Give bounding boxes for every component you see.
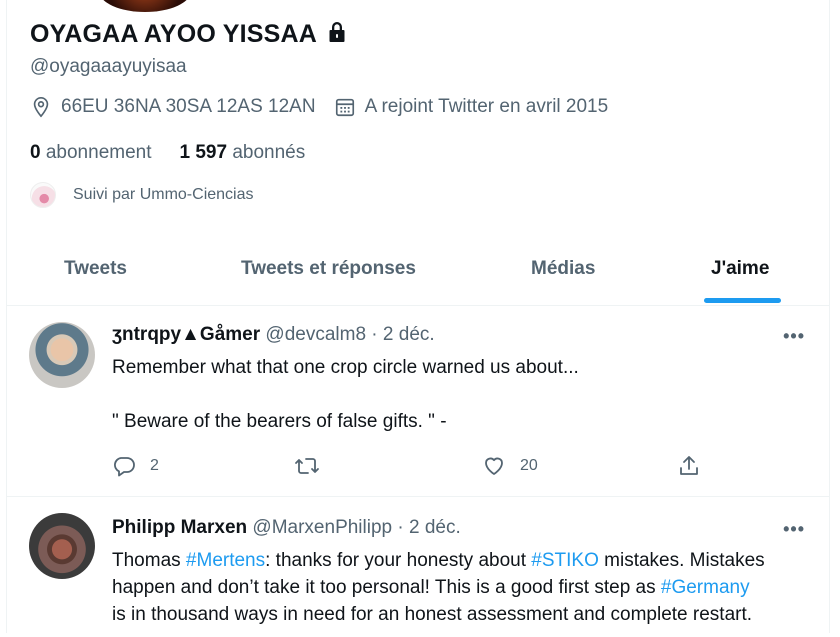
followers-link[interactable]: 1 597 abonnés — [180, 142, 306, 163]
location-pin-icon — [30, 96, 52, 118]
tweet-date[interactable]: · 2 déc. — [397, 517, 460, 538]
more-options-icon[interactable]: ••• — [783, 326, 805, 347]
join-date: A rejoint Twitter en avril 2015 — [334, 96, 609, 118]
tab-likes[interactable]: J'aime — [711, 258, 769, 280]
tweet-username[interactable]: @devcalm8 — [265, 324, 366, 345]
profile-name: OYAGAA AYOO YISSAA — [30, 20, 349, 49]
hashtag-link[interactable]: #Germany — [661, 577, 750, 598]
share-icon — [680, 456, 698, 475]
calendar-icon — [334, 96, 356, 118]
hashtag-link[interactable]: #Mertens — [186, 550, 265, 571]
location: 66EU 36NA 30SA 12AS 12AN — [30, 96, 316, 118]
follow-stats: 0 abonnement 1 597 abonnés — [30, 142, 305, 164]
profile-tabs: Tweets Tweets et réponses Médias J'aime — [7, 242, 829, 306]
tweet-text-segment: Thomas — [112, 550, 186, 571]
following-count: 0 — [30, 142, 41, 163]
tweet-display-name[interactable]: ʒntrqpy▲Gåmer — [112, 324, 260, 345]
profile-meta: 66EU 36NA 30SA 12AS 12AN A rejoint Twitt… — [30, 96, 626, 118]
followers-label: abonnés — [232, 142, 306, 163]
tweet-actions: 2 20 — [112, 454, 712, 480]
more-options-icon[interactable]: ••• — [783, 519, 805, 540]
tweet[interactable]: ʒntrqpy▲Gåmer @devcalm8 · 2 déc. ••• Rem… — [7, 306, 829, 497]
heart-icon — [485, 457, 503, 475]
tweet-text-segment: happen and don’t take it too personal! T… — [112, 577, 661, 598]
tab-media[interactable]: Médias — [531, 258, 595, 280]
tab-tweets[interactable]: Tweets — [64, 258, 127, 280]
profile-column: OYAGAA AYOO YISSAA @oyagaaayuyisaa 66EU … — [6, 0, 830, 633]
tweet-text-line: Remember what that one crop circle warne… — [112, 357, 579, 378]
active-tab-indicator — [704, 298, 781, 303]
like-count: 20 — [520, 457, 538, 474]
tweet-text: Thomas #Mertens: thanks for your honesty… — [112, 547, 812, 628]
tweet-text-segment: : thanks for your honesty about — [265, 550, 532, 571]
tweet-text-line: Thomas #Mertens: thanks for your honesty… — [112, 547, 812, 574]
location-text: 66EU 36NA 30SA 12AS 12AN — [61, 96, 316, 117]
tweet-text-line: happen and don’t take it too personal! T… — [112, 574, 812, 601]
lock-icon — [329, 22, 345, 42]
tweet-avatar[interactable] — [29, 513, 95, 579]
tweet-text-line: " Beware of the bearers of false gifts. … — [112, 411, 447, 432]
profile-handle: @oyagaaayuyisaa — [30, 56, 187, 77]
join-date-text: A rejoint Twitter en avril 2015 — [364, 96, 609, 117]
tweet-display-name[interactable]: Philipp Marxen — [112, 517, 247, 538]
reply-count: 2 — [150, 457, 159, 474]
tweet-avatar[interactable] — [29, 322, 95, 388]
retweet-icon — [295, 458, 319, 474]
retweet-button[interactable] — [294, 454, 334, 478]
tweet-text: Remember what that one crop circle warne… — [112, 354, 579, 435]
reply-icon — [114, 457, 135, 477]
tweet-header: ʒntrqpy▲Gåmer @devcalm8 · 2 déc. — [112, 324, 435, 346]
followed-by-text: Suivi par Ummo-Ciencias — [73, 186, 254, 203]
tweet-date[interactable]: · 2 déc. — [371, 324, 434, 345]
tweet[interactable]: Philipp Marxen @MarxenPhilipp · 2 déc. •… — [7, 497, 829, 637]
following-link[interactable]: 0 abonnement — [30, 142, 152, 163]
share-button[interactable] — [677, 454, 715, 478]
hashtag-link[interactable]: #STIKO — [531, 550, 599, 571]
like-button[interactable]: 20 — [482, 454, 538, 478]
tweet-text-line: is in thousand ways in need for an hones… — [112, 604, 753, 625]
tab-tweets-replies[interactable]: Tweets et réponses — [241, 258, 416, 280]
profile-avatar[interactable] — [99, 0, 191, 12]
follower-avatar — [30, 182, 56, 208]
tweet-username[interactable]: @MarxenPhilipp — [252, 517, 392, 538]
reply-button[interactable]: 2 — [112, 454, 159, 478]
followed-by[interactable]: Suivi par Ummo-Ciencias — [30, 182, 254, 208]
profile-name-text: OYAGAA AYOO YISSAA — [30, 20, 317, 48]
following-label: abonnement — [45, 142, 152, 163]
tweet-header: Philipp Marxen @MarxenPhilipp · 2 déc. — [112, 517, 461, 539]
followers-count: 1 597 — [179, 142, 228, 163]
tweet-text-segment: mistakes. Mistakes — [598, 550, 765, 571]
